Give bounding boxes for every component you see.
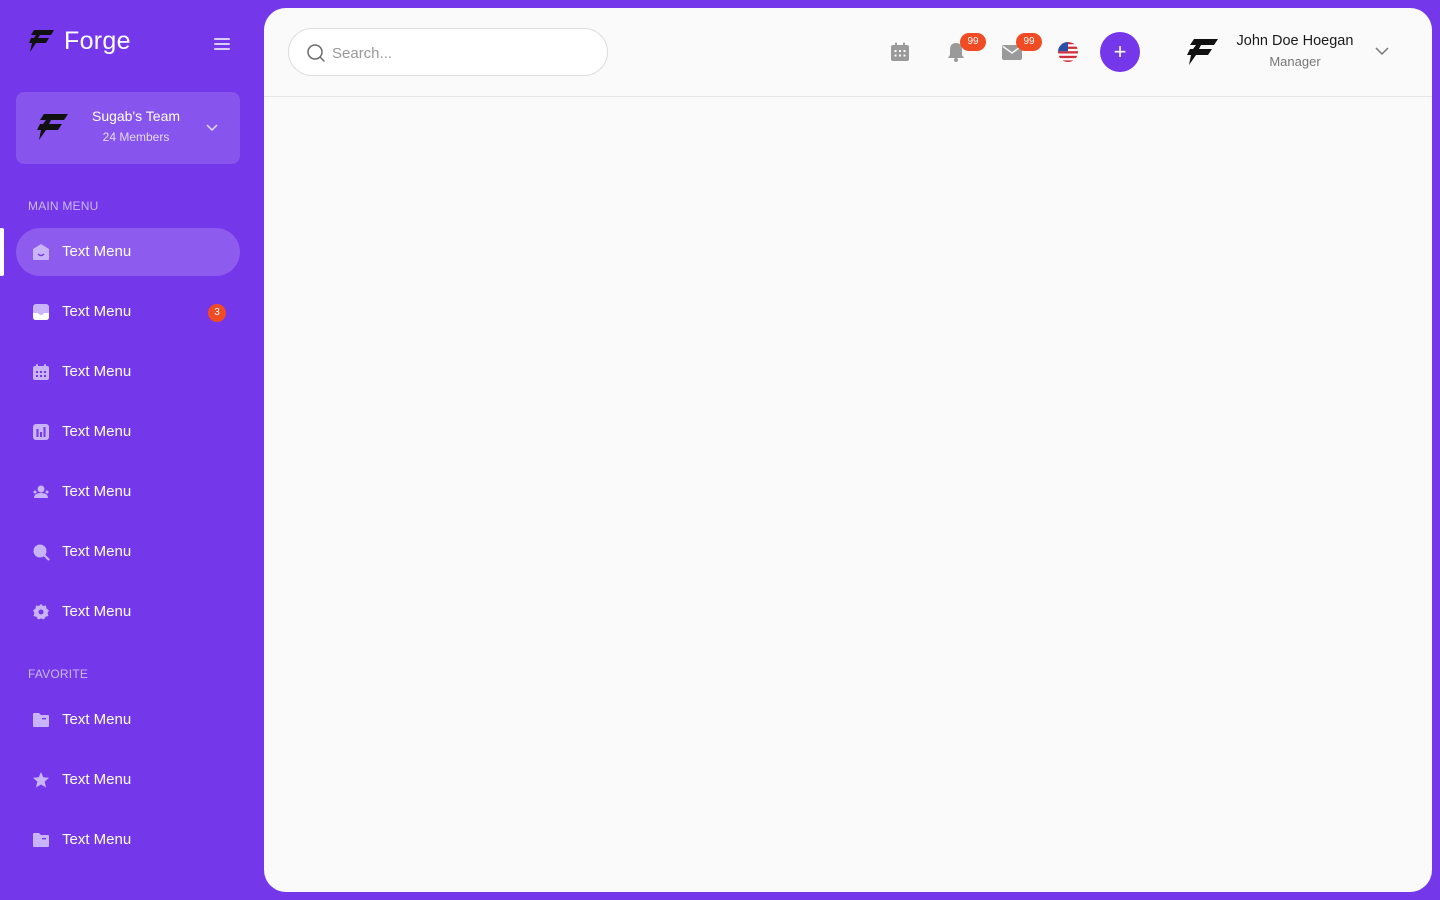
chart-icon xyxy=(33,424,49,440)
folder-icon xyxy=(33,713,49,727)
calendar-icon xyxy=(33,364,49,380)
sidebar-item-home[interactable]: Text Menu xyxy=(16,228,240,276)
sidebar-item-label: Text Menu xyxy=(62,363,132,380)
active-indicator xyxy=(0,228,4,276)
menu-toggle-icon[interactable] xyxy=(214,38,230,50)
messages-badge: 99 xyxy=(1016,33,1042,51)
sidebar-item-analytics[interactable]: Text Menu xyxy=(16,408,240,456)
sidebar: Forge Sugab's Team 24 Members MAIN MENU … xyxy=(0,0,264,900)
calendar-icon[interactable] xyxy=(888,40,912,64)
topbar: 99 99 + John Doe Hoegan Manager xyxy=(264,8,1432,97)
sidebar-item-settings[interactable]: Text Menu xyxy=(16,588,240,636)
favorite-label: FAVORITE xyxy=(28,667,89,681)
favorite-item-folder-2[interactable]: Text Menu xyxy=(16,816,240,864)
user-avatar[interactable] xyxy=(1186,38,1218,66)
home-icon xyxy=(33,244,49,260)
team-info: Sugab's Team 24 Members xyxy=(80,108,192,144)
chevron-down-icon[interactable] xyxy=(205,122,219,132)
favorite-item-folder[interactable]: Text Menu xyxy=(16,696,240,744)
add-button[interactable]: + xyxy=(1100,32,1140,72)
search-icon xyxy=(33,544,50,561)
sidebar-item-label: Text Menu xyxy=(62,711,132,728)
team-members-count: 24 Members xyxy=(102,130,170,144)
sidebar-item-users[interactable]: Text Menu xyxy=(16,468,240,516)
brand-name: Forge xyxy=(64,26,131,55)
search-input[interactable] xyxy=(332,41,592,65)
user-info[interactable]: John Doe Hoegan Manager xyxy=(1228,33,1362,69)
sidebar-item-label: Text Menu xyxy=(62,603,132,620)
inbox-badge: 3 xyxy=(208,304,226,322)
users-icon xyxy=(33,485,49,498)
chevron-down-icon[interactable] xyxy=(1375,46,1389,56)
inbox-icon xyxy=(33,304,49,320)
sidebar-item-label: Text Menu xyxy=(62,483,132,500)
search-box[interactable] xyxy=(288,28,608,76)
notifications-badge: 99 xyxy=(960,33,986,51)
search-icon xyxy=(307,44,325,62)
user-name: John Doe Hoegan xyxy=(1236,33,1354,49)
team-logo-icon xyxy=(37,114,68,140)
team-name: Sugab's Team xyxy=(91,108,181,124)
sidebar-item-label: Text Menu xyxy=(62,303,132,320)
sidebar-item-label: Text Menu xyxy=(62,543,132,560)
us-flag-icon[interactable] xyxy=(1056,40,1080,64)
sidebar-item-label: Text Menu xyxy=(62,423,132,440)
main-menu-label: MAIN MENU xyxy=(28,199,99,213)
folder-icon xyxy=(33,833,49,847)
sidebar-item-search[interactable]: Text Menu xyxy=(16,528,240,576)
sidebar-item-label: Text Menu xyxy=(62,771,132,788)
sidebar-item-calendar[interactable]: Text Menu xyxy=(16,348,240,396)
forge-logo-icon xyxy=(29,30,54,52)
sidebar-item-label: Text Menu xyxy=(62,831,132,848)
favorite-item-star[interactable]: Text Menu xyxy=(16,756,240,804)
sidebar-item-label: Text Menu xyxy=(62,243,132,260)
user-role: Manager xyxy=(1269,54,1321,69)
sidebar-item-inbox[interactable]: Text Menu 3 xyxy=(16,288,240,336)
star-icon xyxy=(33,772,49,788)
main-panel: 99 99 + John Doe Hoegan Manager xyxy=(264,8,1432,892)
brand[interactable]: Forge xyxy=(28,24,131,58)
settings-icon xyxy=(33,604,49,620)
